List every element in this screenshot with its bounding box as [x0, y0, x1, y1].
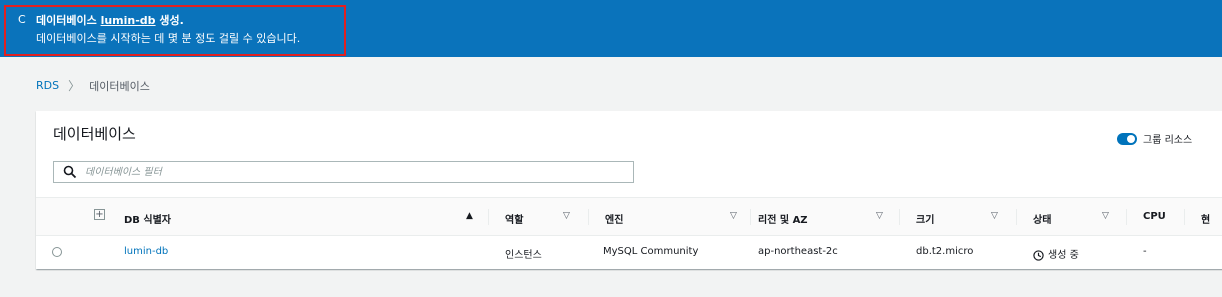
cell-region: ap-northeast-2c — [758, 246, 838, 257]
breadcrumb-rds-link[interactable]: RDS — [36, 79, 59, 92]
cell-status: 생성 중 — [1033, 246, 1079, 261]
col-role[interactable]: 역할 — [505, 211, 523, 226]
chevron-right-icon: 〉 — [68, 79, 81, 93]
cell-size: db.t2.micro — [916, 246, 974, 257]
search-icon — [63, 165, 77, 179]
filter-input[interactable] — [83, 162, 633, 182]
cell-role: 인스턴스 — [505, 250, 542, 261]
cell-engine: MySQL Community — [603, 246, 699, 257]
clock-icon — [1033, 249, 1044, 261]
breadcrumb: RDS 〉 데이터베이스 — [36, 77, 150, 94]
db-id-link[interactable]: lumin-db — [124, 246, 168, 257]
col-engine[interactable]: 엔진 — [605, 211, 623, 226]
sort-icon[interactable]: ▽ — [563, 211, 570, 221]
table-row[interactable]: lumin-db 인스턴스 MySQL Community ap-northea… — [36, 236, 1222, 269]
databases-panel: 데이터베이스 그룹 리소스 + DB 식별자 ▲ 역할 ▽ 엔진 ▽ 리전 및 … — [36, 111, 1222, 269]
sort-icon[interactable]: ▲ — [466, 211, 473, 221]
cell-cpu: - — [1143, 246, 1147, 257]
col-db-id[interactable]: DB 식별자 — [124, 211, 171, 226]
status-text: 생성 중 — [1048, 250, 1079, 261]
sort-icon[interactable]: ▽ — [1102, 211, 1109, 221]
notification-banner: C 데이터베이스 lumin-db 생성. 데이터베이스를 시작하는 데 몇 분… — [0, 0, 1222, 57]
col-region[interactable]: 리전 및 AZ — [758, 211, 808, 226]
table-header: + DB 식별자 ▲ 역할 ▽ 엔진 ▽ 리전 및 AZ ▽ 크기 ▽ 상태 ▽… — [36, 197, 1222, 236]
sort-icon[interactable]: ▽ — [991, 211, 998, 221]
col-extra[interactable]: 현 — [1201, 211, 1210, 226]
sort-icon[interactable]: ▽ — [876, 211, 883, 221]
toggle-label: 그룹 리소스 — [1143, 135, 1193, 146]
filter-box[interactable] — [53, 161, 634, 183]
panel-title: 데이터베이스 — [53, 125, 136, 143]
highlight-box — [4, 5, 346, 56]
breadcrumb-current: 데이터베이스 — [89, 79, 150, 93]
group-resources-toggle[interactable]: 그룹 리소스 — [1117, 131, 1192, 146]
col-cpu[interactable]: CPU — [1143, 211, 1166, 222]
expand-icon[interactable]: + — [94, 209, 105, 220]
col-size[interactable]: 크기 — [916, 211, 934, 226]
radio-icon[interactable] — [52, 247, 62, 257]
toggle-icon[interactable] — [1117, 132, 1137, 145]
sort-icon[interactable]: ▽ — [730, 211, 737, 221]
col-status[interactable]: 상태 — [1033, 211, 1051, 226]
